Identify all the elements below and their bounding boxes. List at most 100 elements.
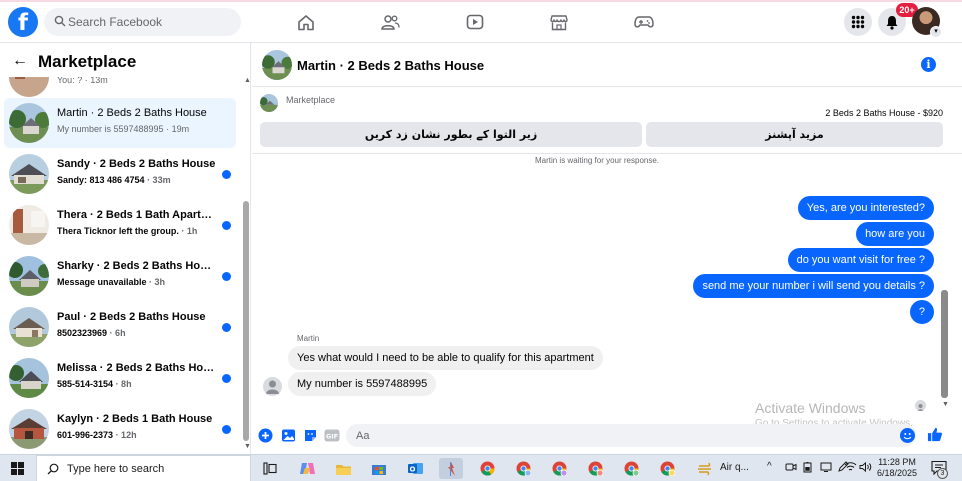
mark-as-pending-button[interactable]: زیر التوا کے بطور نشان زد کریں (260, 122, 642, 147)
emoji-icon[interactable] (900, 428, 915, 443)
air-quality-icon[interactable] (693, 458, 717, 479)
back-arrow-icon[interactable]: ← (12, 52, 28, 70)
unread-dot-icon (222, 425, 231, 434)
svg-text:O: O (409, 466, 415, 474)
plus-circle-icon[interactable] (257, 427, 273, 443)
conversation-title: Melissa · 2 Beds 2 Baths House (57, 362, 217, 374)
battery-icon[interactable] (803, 461, 815, 476)
facebook-logo-icon[interactable]: f (8, 7, 38, 37)
listing-thumbnail (9, 307, 49, 347)
incoming-message[interactable]: Yes what would I need to be able to qual… (288, 346, 603, 370)
chrome-profile-icon[interactable] (547, 458, 571, 479)
marketplace-nav-button[interactable] (529, 7, 589, 37)
chrome-icon[interactable] (475, 458, 499, 479)
conversation-item[interactable]: Kaylyn · 2 Beds 1 Bath House 601-996-237… (4, 404, 236, 454)
unread-dot-icon (222, 323, 231, 332)
conversation-preview: Sandy: 813 486 4754 · 33m (57, 175, 171, 185)
sidebar-header: ← Marketplace (0, 43, 250, 77)
friends-icon (381, 14, 400, 30)
conversation-title: Sandy · 2 Beds 2 Baths House (57, 158, 216, 170)
video-icon (466, 14, 484, 30)
chrome-profile-icon[interactable] (511, 458, 535, 479)
windows-start-icon[interactable] (11, 462, 24, 475)
waiting-status-text: Martin is waiting for your response. (534, 156, 660, 165)
file-explorer-icon[interactable] (331, 458, 355, 479)
sender-avatar[interactable] (263, 377, 282, 396)
outlook-icon[interactable]: O (403, 458, 427, 479)
outgoing-message[interactable]: how are you (856, 222, 934, 246)
conversation-item[interactable]: Sharky · 2 Beds 2 Baths House Message un… (4, 251, 236, 301)
scroll-down-arrow-icon[interactable]: ▼ (942, 401, 949, 408)
air-quality-label[interactable]: Air q... (720, 462, 749, 473)
incoming-message[interactable]: My number is 5597488995 (288, 372, 437, 396)
watch-nav-button[interactable] (445, 7, 505, 37)
sidebar-scrollbar[interactable] (243, 201, 249, 441)
conversation-item[interactable]: Thera · 2 Beds 1 Bath Apartme... Thera T… (4, 200, 236, 250)
microsoft-store-icon[interactable] (367, 458, 391, 479)
clock-date: 6/18/2025 (876, 468, 918, 478)
photo-icon[interactable] (280, 427, 296, 443)
top-edge-strip (0, 0, 962, 2)
pinned-app-icon[interactable] (439, 458, 463, 479)
copilot-icon[interactable] (295, 458, 319, 479)
search-box[interactable] (44, 8, 241, 36)
chat-scrollbar[interactable] (941, 290, 948, 398)
svg-text:GIF: GIF (326, 432, 338, 440)
conversation-item[interactable]: Melissa · 2 Beds 2 Baths House 585-514-3… (4, 353, 236, 403)
search-input[interactable] (68, 12, 233, 32)
chrome-profile-icon[interactable] (583, 458, 607, 479)
conversation-title: Martin · 2 Beds 2 Baths House (57, 107, 207, 119)
conversation-title: Kaylyn · 2 Beds 1 Bath House (57, 413, 213, 425)
unread-dot-icon (222, 170, 231, 179)
message-input[interactable] (346, 424, 916, 447)
sidebar-title: Marketplace (38, 52, 137, 71)
sticker-icon[interactable] (302, 427, 318, 443)
chat-title[interactable]: Martin · 2 Beds 2 Baths House (297, 58, 484, 73)
listing-thumbnail (9, 154, 49, 194)
conversation-title: Paul · 2 Beds 2 Baths House (57, 311, 206, 323)
gaming-nav-button[interactable] (614, 7, 674, 37)
conversation-avatar[interactable] (262, 50, 292, 80)
listing-thumbnail (9, 409, 49, 449)
taskbar-clock[interactable]: 11:28 PM 6/18/2025 (874, 457, 920, 479)
conversation-item[interactable]: Paul · 2 Beds 2 Baths House 8502323969 ·… (4, 302, 236, 352)
conversation-item[interactable]: Martin · 2 Beds 2 Baths House My number … (4, 98, 236, 148)
chrome-profile-icon[interactable] (619, 458, 643, 479)
friends-nav-button[interactable] (360, 7, 420, 37)
conversation-title: Sharky · 2 Beds 2 Baths House (57, 260, 217, 272)
more-options-button[interactable]: مزید آپشنز (646, 122, 943, 147)
outgoing-message[interactable]: do you want visit for free ? (787, 248, 934, 272)
listing-source-label: Marketplace (286, 95, 336, 105)
chevron-down-icon[interactable]: ▾ (930, 26, 942, 38)
chevron-up-icon[interactable]: ^ (767, 461, 772, 472)
conversation-preview: 585-514-3154 · 8h (57, 379, 132, 389)
menu-button[interactable] (844, 8, 872, 36)
info-icon[interactable]: i (921, 57, 936, 72)
home-nav-button[interactable] (276, 7, 336, 37)
listing-thumbnail (9, 358, 49, 398)
bell-icon (886, 15, 898, 30)
chrome-profile-icon[interactable] (655, 458, 679, 479)
listing-title-price[interactable]: 2 Beds 2 Baths House - $920 (825, 108, 943, 118)
listing-thumbnail[interactable] (260, 94, 278, 112)
outgoing-message[interactable]: send me your number i will send you deta… (693, 274, 934, 298)
task-view-icon[interactable] (258, 458, 282, 479)
conversation-preview: 8502323969 · 6h (57, 328, 126, 338)
gif-icon[interactable]: GIF (324, 427, 340, 443)
outgoing-message[interactable]: Yes, are you interested? (797, 196, 934, 220)
unread-dot-icon (222, 374, 231, 383)
taskbar-search-box[interactable]: Type here to search (36, 455, 251, 481)
listing-thumbnail (9, 205, 49, 245)
wifi-icon[interactable] (844, 461, 857, 476)
clock-time: 11:28 PM (878, 457, 916, 467)
scroll-up-arrow-icon[interactable]: ▲ (244, 77, 250, 84)
display-icon[interactable] (820, 461, 832, 476)
scroll-down-arrow-icon[interactable]: ▼ (244, 443, 250, 450)
thumbs-up-icon[interactable] (927, 426, 943, 442)
volume-icon[interactable] (859, 461, 872, 476)
message-composer: GIF (252, 420, 962, 454)
conversation-preview: Thera Ticknor left the group. · 1h (57, 226, 198, 236)
meet-now-icon[interactable] (785, 461, 797, 476)
outgoing-message[interactable]: ? (909, 300, 934, 324)
conversation-item[interactable]: Sandy · 2 Beds 2 Baths House Sandy: 813 … (4, 149, 236, 199)
